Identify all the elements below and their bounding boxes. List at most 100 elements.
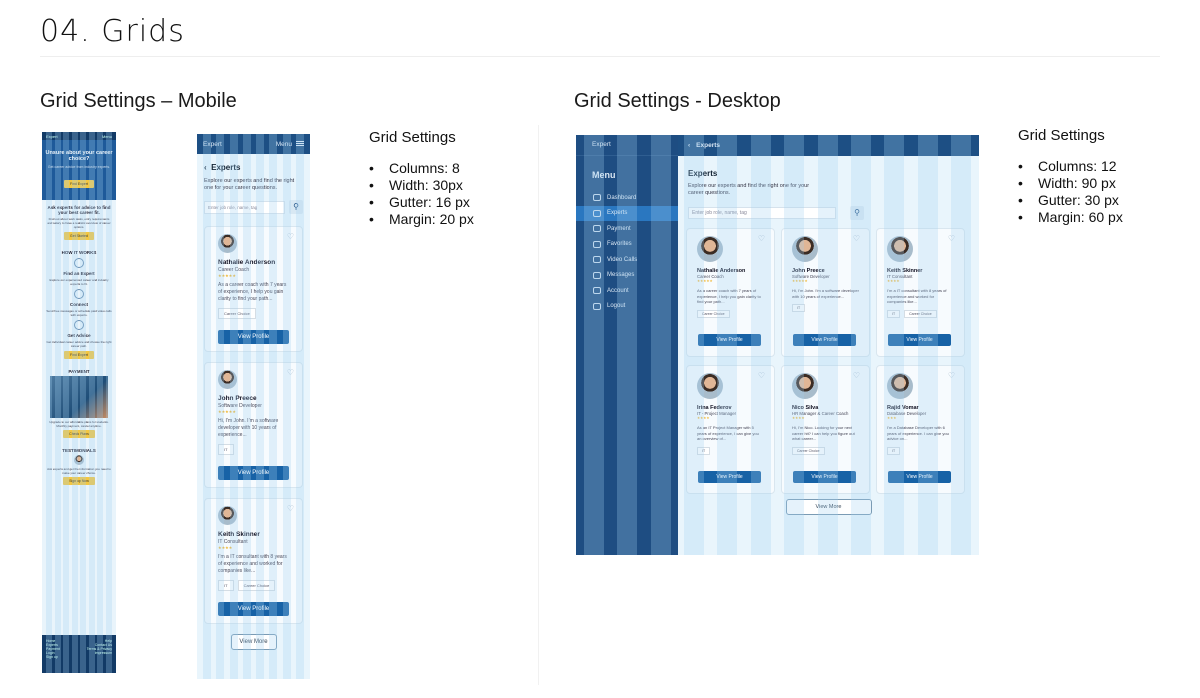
sidebar-item-dashboard[interactable]: Dashboard	[576, 190, 678, 206]
page-title: 04. Grids	[40, 14, 185, 49]
rating-stars: ★★★★★	[218, 273, 236, 278]
step-title: Get Advice	[67, 333, 91, 338]
sidebar-item-payment[interactable]: Payment	[576, 221, 678, 237]
sign-up-button[interactable]: Sign up Now	[63, 477, 95, 485]
expert-card: ♡ Nathalie Anderson Career Coach ★★★★★ As a …	[204, 226, 303, 352]
landing-menu[interactable]: Menu	[102, 134, 112, 139]
tag-chip[interactable]: IT	[218, 444, 234, 455]
view-profile-button[interactable]: View Profile	[793, 334, 856, 346]
heart-icon[interactable]: ♡	[853, 234, 860, 243]
view-profile-button[interactable]: View Profile	[698, 334, 761, 346]
tag-chip[interactable]: IT	[792, 304, 806, 312]
title-divider	[40, 56, 1160, 57]
view-profile-button[interactable]: View Profile	[888, 471, 951, 483]
sidebar-item-messages[interactable]: Messages	[576, 268, 678, 284]
messages-icon	[593, 271, 601, 279]
view-profile-button[interactable]: View Profile	[218, 602, 289, 616]
mobile-grid-settings: Grid Settings Columns: 8 Width: 30px Gut…	[369, 129, 474, 228]
tag-chip[interactable]: Career Choice	[218, 308, 256, 319]
avatar	[887, 236, 913, 262]
testimonials-block: TESTIMONIALS Ask experts and get the inf…	[42, 443, 116, 490]
desktop-view-more-button[interactable]: View More	[785, 499, 872, 515]
sidebar-item-label: Account	[607, 287, 629, 294]
tag-chip[interactable]: Career Choice	[904, 309, 937, 318]
desktop-section-title: Grid Settings - Desktop	[574, 90, 781, 112]
avatar	[218, 370, 237, 389]
video-calls-icon	[593, 256, 601, 264]
hamburger-icon	[296, 141, 304, 147]
sidebar-item-account[interactable]: Account	[576, 283, 678, 299]
tag-chip[interactable]: IT	[887, 446, 901, 455]
sidebar-item-experts[interactable]: Experts	[576, 205, 678, 221]
expert-card: ♡ Irina Federov IT - Project Manager ★★★★ As…	[686, 365, 775, 494]
step-title: Find an Expert	[63, 271, 95, 276]
footer-link[interactable]: Sign up	[46, 655, 60, 659]
top-bar-title: Experts	[696, 142, 721, 149]
tag-chip[interactable]: Career Choice	[697, 309, 730, 318]
avatar	[697, 236, 723, 262]
view-profile-button[interactable]: View Profile	[218, 466, 289, 480]
payment-photo	[50, 376, 108, 418]
step-item: Connect Send free messages or schedule pa…	[46, 289, 112, 317]
section-divider	[538, 125, 539, 685]
payment-title: PAYMENT	[68, 369, 90, 374]
heart-icon[interactable]: ♡	[758, 234, 765, 243]
heart-icon[interactable]: ♡	[287, 232, 294, 241]
sidebar-item-label: Dashboard	[607, 194, 637, 201]
avatar	[218, 234, 237, 253]
menu-label: Menu	[275, 140, 292, 148]
testimonial-avatar	[74, 455, 84, 465]
heart-icon[interactable]: ♡	[948, 234, 955, 243]
mobile-setting-margin: Margin: 20 px	[369, 211, 474, 228]
desktop-search-input[interactable]: Enter job role, name, tag	[688, 207, 836, 219]
mobile-view-more-button[interactable]: View More	[230, 634, 277, 650]
view-profile-button[interactable]: View Profile	[793, 471, 856, 483]
footer-link[interactable]: Impressum	[87, 651, 112, 655]
expert-bio: Hi, I’m Nico. Looking for your next care…	[792, 425, 855, 441]
mobile-setting-columns: Columns: 8	[369, 160, 474, 177]
mobile-menu-button[interactable]: Menu	[276, 141, 304, 148]
sidebar-menu: Dashboard Experts Payment Favorites Video Ca…	[576, 190, 678, 314]
step-body: Send free messages or schedule paid vide…	[46, 309, 112, 317]
desktop-setting-width: Width: 90 px	[1018, 175, 1123, 192]
mobile-setting-gutter: Gutter: 16 px	[369, 194, 474, 211]
desktop-sidebar: Expert Menu Dashboard Experts Payment Favor…	[576, 135, 678, 555]
back-chevron-icon[interactable]: ‹	[688, 142, 690, 149]
tag-list: Career Choice	[792, 446, 859, 455]
tag-chip[interactable]: IT	[887, 309, 901, 318]
heart-icon[interactable]: ♡	[758, 371, 765, 380]
tag-list: IT	[887, 446, 954, 455]
expert-card: ♡ Keith Skinner IT Consultant ★★★★ I’m a IT …	[204, 498, 303, 624]
steps-cta-button[interactable]: Find Expert	[64, 351, 94, 359]
expert-name: Keith Skinner	[218, 531, 260, 538]
expert-name: Nathalie Anderson	[218, 259, 276, 266]
how-it-works-block: HOW IT WORKS Find an Expert Explore our e…	[42, 245, 116, 364]
heart-icon[interactable]: ♡	[287, 368, 294, 377]
tag-chip[interactable]: Career Choice	[792, 446, 825, 455]
hero-cta-button[interactable]: Find Expert	[64, 180, 94, 188]
get-started-button[interactable]: Get Started	[64, 232, 94, 240]
tag-list: IT Career Choice	[218, 580, 289, 591]
payment-block: PAYMENT Upgrade to our affordable plans …	[42, 364, 116, 443]
mobile-brand: Expert	[203, 140, 222, 148]
desktop-card-grid: ♡ Nathalie Anderson Career Coach ★★★★★ As a …	[678, 225, 979, 497]
search-icon[interactable]: ⚲	[289, 200, 303, 214]
heart-icon[interactable]: ♡	[853, 371, 860, 380]
hero-subtitle: Get career advice from industry experts.	[47, 165, 111, 169]
view-profile-button[interactable]: View Profile	[888, 334, 951, 346]
expert-card: ♡ Rajid Vomar Database Developer ★★★ I’m a D…	[876, 365, 965, 494]
view-profile-button[interactable]: View Profile	[698, 471, 761, 483]
back-chevron-icon[interactable]: ‹	[204, 163, 207, 172]
sidebar-item-favorites[interactable]: Favorites	[576, 237, 678, 253]
tag-chip[interactable]: Career Choice	[237, 580, 276, 591]
sidebar-item-video-calls[interactable]: Video Calls	[576, 252, 678, 268]
heart-icon[interactable]: ♡	[948, 371, 955, 380]
heart-icon[interactable]: ♡	[287, 504, 294, 513]
tag-chip[interactable]: IT	[218, 580, 234, 591]
sidebar-item-logout[interactable]: Logout	[576, 299, 678, 315]
search-icon[interactable]: ⚲	[850, 206, 864, 220]
mobile-search-input[interactable]: Enter job role, name, tag	[204, 200, 285, 214]
view-profile-button[interactable]: View Profile	[218, 330, 289, 344]
check-plans-button[interactable]: Check Plans	[63, 430, 95, 438]
tag-chip[interactable]: IT	[697, 446, 711, 455]
